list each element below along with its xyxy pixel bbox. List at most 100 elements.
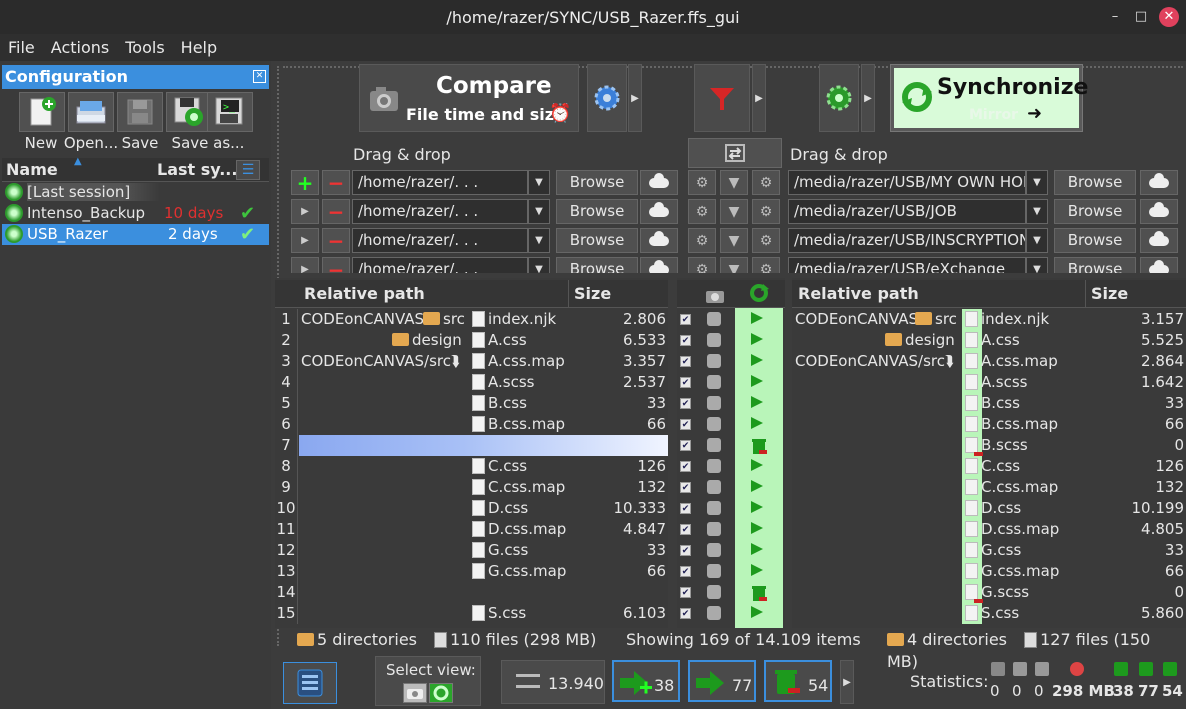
cloud-left-button[interactable]	[640, 199, 678, 224]
left-path-cell[interactable]	[301, 519, 463, 540]
col-name[interactable]: Name	[6, 160, 58, 179]
save-config-button[interactable]	[117, 92, 163, 132]
left-file-name-cell[interactable]: C.css	[472, 456, 592, 477]
config-item[interactable]: [Last session]	[2, 182, 269, 203]
sync-options-arrow[interactable]: ▶	[861, 64, 875, 132]
include-checkbox[interactable]: ✔	[680, 335, 691, 356]
left-path-cell[interactable]	[301, 603, 463, 624]
compare-settings-button[interactable]	[587, 64, 627, 132]
delete-action-icon[interactable]	[751, 437, 767, 458]
pair-sync-settings-icon[interactable]: ⚙	[752, 170, 780, 195]
left-folder-history-dropdown[interactable]: ▼	[528, 199, 550, 224]
col-relative-path-right[interactable]: Relative path	[798, 280, 919, 308]
row-selection-highlight[interactable]	[463, 435, 668, 456]
more-filters-arrow[interactable]: ▶	[840, 660, 854, 704]
cloud-left-button[interactable]	[640, 228, 678, 253]
synchronize-button[interactable]: Synchronize Mirror ➜	[890, 64, 1088, 132]
expand-pair-icon[interactable]: ▶	[291, 199, 319, 224]
right-file-name-cell[interactable]: D.css	[965, 498, 1085, 519]
browse-right-button[interactable]: Browse	[1054, 199, 1136, 224]
pair-compare-settings-icon[interactable]: ⚙	[688, 228, 716, 253]
left-path-cell[interactable]	[301, 477, 463, 498]
cloud-right-button[interactable]	[1140, 228, 1178, 253]
open-config-button[interactable]	[68, 92, 114, 132]
copy-right-action-icon[interactable]	[751, 372, 763, 393]
copy-right-action-icon[interactable]	[751, 540, 763, 561]
create-filter-button[interactable]: 38	[612, 660, 680, 702]
left-folder-input[interactable]: /home/razer/. . .	[352, 170, 528, 195]
include-checkbox[interactable]: ✔	[680, 461, 691, 482]
left-folder-history-dropdown[interactable]: ▼	[528, 170, 550, 195]
config-item[interactable]: Intenso_Backup 10 days ✔	[2, 203, 269, 224]
pair-sync-settings-icon[interactable]: ⚙	[752, 228, 780, 253]
col-last-sync[interactable]: Last sy...	[157, 160, 237, 179]
right-file-name-cell[interactable]: S.css	[965, 603, 1085, 624]
save-as-config-button[interactable]	[166, 92, 212, 132]
pair-filter-icon[interactable]: ▼	[720, 170, 748, 195]
menu-help[interactable]: Help	[173, 38, 225, 57]
include-checkbox[interactable]: ✔	[680, 587, 691, 608]
right-file-name-cell[interactable]: B.scss	[965, 435, 1085, 456]
include-checkbox[interactable]: ✔	[680, 419, 691, 440]
include-checkbox[interactable]: ✔	[680, 545, 691, 566]
include-checkbox[interactable]: ✔	[680, 314, 691, 335]
menu-actions[interactable]: Actions	[43, 38, 117, 57]
left-path-cell[interactable]	[301, 435, 463, 456]
view-compare-toggle[interactable]	[403, 683, 427, 703]
pair-filter-icon[interactable]: ▼	[720, 199, 748, 224]
new-config-button[interactable]	[19, 92, 65, 132]
left-path-cell[interactable]	[301, 561, 463, 582]
cloud-left-button[interactable]	[640, 170, 678, 195]
copy-right-action-icon[interactable]	[751, 456, 763, 477]
update-filter-button[interactable]: 77	[688, 660, 756, 702]
compare-options-arrow[interactable]: ▶	[628, 64, 642, 132]
right-file-name-cell[interactable]: A.scss	[965, 372, 1085, 393]
left-file-name-cell[interactable]: A.scss	[472, 372, 592, 393]
browse-right-button[interactable]: Browse	[1054, 170, 1136, 195]
maximize-icon[interactable]: □	[1133, 9, 1149, 25]
right-file-name-cell[interactable]: D.css.map	[965, 519, 1085, 540]
left-folder-history-dropdown[interactable]: ▼	[528, 228, 550, 253]
swap-sides-button[interactable]	[688, 138, 782, 168]
panel-close-icon[interactable]: ✕	[253, 70, 266, 83]
copy-right-action-icon[interactable]	[751, 330, 763, 351]
left-file-name-cell[interactable]: index.njk	[472, 309, 592, 330]
copy-right-action-icon[interactable]	[751, 309, 763, 330]
toggle-config-panel-button[interactable]	[283, 662, 337, 704]
include-checkbox[interactable]: ✔	[680, 398, 691, 419]
filter-button[interactable]	[694, 64, 750, 132]
expand-pair-icon[interactable]: ▶	[291, 228, 319, 253]
delete-filter-button[interactable]: 54	[764, 660, 832, 702]
browse-left-button[interactable]: Browse	[556, 199, 638, 224]
add-folder-pair-icon[interactable]: +	[291, 170, 319, 195]
right-file-name-cell[interactable]: G.css.map	[965, 561, 1085, 582]
browse-left-button[interactable]: Browse	[556, 170, 638, 195]
cloud-right-button[interactable]	[1140, 170, 1178, 195]
right-folder-history-dropdown[interactable]: ▼	[1026, 228, 1048, 253]
include-checkbox[interactable]: ✔	[680, 440, 691, 461]
right-folder-input[interactable]: /media/razer/USB/INSCRYPTION	[788, 228, 1026, 253]
right-file-name-cell[interactable]: B.css.map	[965, 414, 1085, 435]
view-sync-toggle[interactable]	[429, 683, 453, 703]
left-file-name-cell[interactable]: D.css	[472, 498, 592, 519]
left-path-cell[interactable]	[301, 372, 463, 393]
close-icon[interactable]: ✕	[1159, 7, 1179, 27]
right-file-name-cell[interactable]: C.css.map	[965, 477, 1085, 498]
config-item-selected[interactable]: USB_Razer 2 days ✔	[2, 224, 269, 245]
left-file-name-cell[interactable]: B.css	[472, 393, 592, 414]
left-path-cell[interactable]	[301, 582, 463, 603]
copy-right-action-icon[interactable]	[751, 351, 763, 372]
include-checkbox[interactable]: ✔	[680, 524, 691, 545]
copy-right-action-icon[interactable]	[751, 561, 763, 582]
col-size-right[interactable]: Size	[1085, 280, 1185, 308]
pair-filter-icon[interactable]: ▼	[720, 228, 748, 253]
right-file-name-cell[interactable]: B.css	[965, 393, 1085, 414]
remove-folder-pair-icon[interactable]: −	[322, 199, 350, 224]
include-checkbox[interactable]: ✔	[680, 356, 691, 377]
include-checkbox[interactable]: ✔	[680, 482, 691, 503]
left-folder-input[interactable]: /home/razer/. . .	[352, 228, 528, 253]
copy-right-action-icon[interactable]	[751, 498, 763, 519]
left-path-cell[interactable]	[301, 393, 463, 414]
copy-right-action-icon[interactable]	[751, 393, 763, 414]
right-folder-history-dropdown[interactable]: ▼	[1026, 170, 1048, 195]
